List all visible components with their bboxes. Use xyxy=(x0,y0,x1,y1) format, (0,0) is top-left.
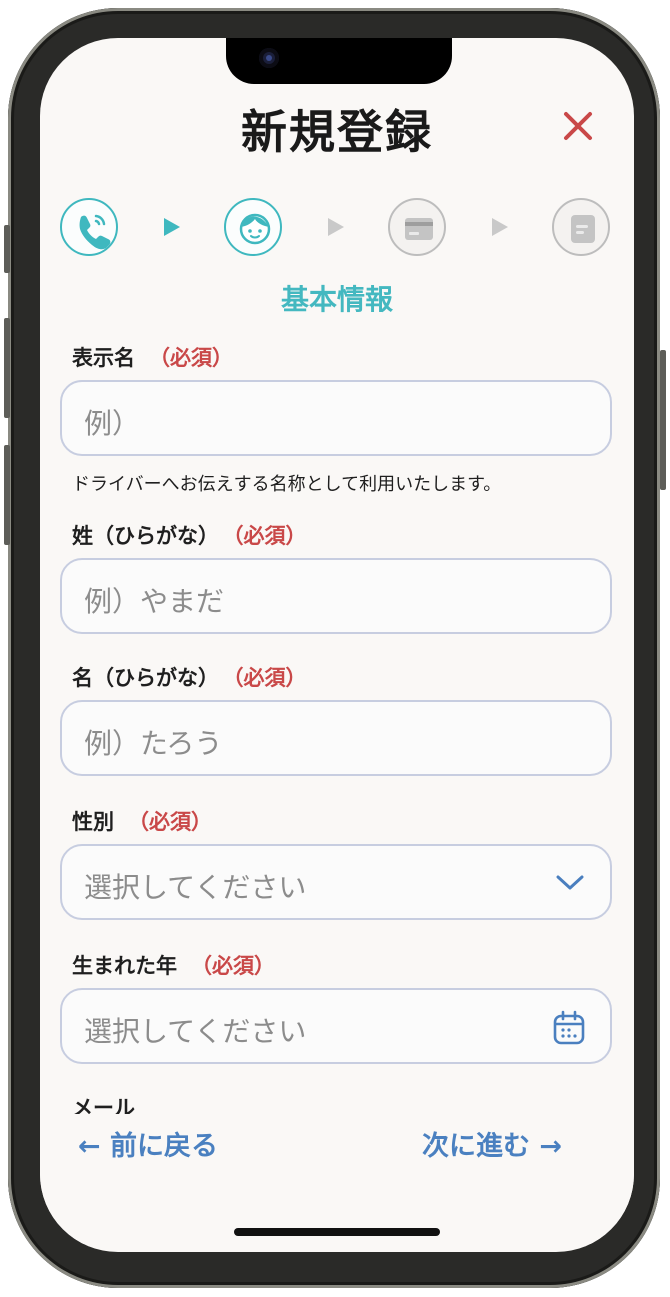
close-icon xyxy=(564,112,592,140)
section-title: 基本情報 xyxy=(280,283,393,316)
required-badge: （必須） xyxy=(128,810,212,834)
gender-placeholder: 選択してください xyxy=(84,871,307,904)
display-name-label: 表示名 （必須） xyxy=(72,342,233,372)
step-arrow xyxy=(492,218,508,236)
step-document xyxy=(552,198,610,256)
birth-year-placeholder: 選択してください xyxy=(84,1015,307,1048)
card-icon xyxy=(405,218,433,240)
power-button xyxy=(660,350,666,490)
display-name-label-text: 表示名 xyxy=(72,346,135,370)
display-name-hint: ドライバーへお伝えする名称として利用いたします。 xyxy=(72,474,502,495)
bottom-navigation: ← 前に戻る 次に進む → xyxy=(40,1114,634,1244)
volume-up-button xyxy=(4,318,10,418)
step-arrow xyxy=(164,218,180,236)
step-phone xyxy=(60,198,118,256)
home-indicator xyxy=(234,1228,440,1236)
last-name-kana-input[interactable]: 例）やまだ xyxy=(60,558,612,634)
birth-year-label: 生まれた年 （必須） xyxy=(72,950,275,980)
birth-year-label-text: 生まれた年 xyxy=(72,954,177,978)
action-button xyxy=(4,225,10,273)
first-name-kana-label-text: 名（ひらがな） xyxy=(72,666,219,690)
first-name-kana-input[interactable]: 例）たろう xyxy=(60,700,612,776)
last-name-kana-label-text: 姓（ひらがな） xyxy=(72,524,219,548)
next-button[interactable]: 次に進む → xyxy=(422,1124,562,1163)
step-face xyxy=(224,198,282,256)
gender-select[interactable]: 選択してください xyxy=(60,844,612,920)
display-name-input[interactable]: 例） xyxy=(60,380,612,456)
required-badge: （必須） xyxy=(233,524,307,548)
step-card xyxy=(388,198,446,256)
page-title: 新規登録 xyxy=(241,105,433,159)
gender-label-text: 性別 xyxy=(72,810,114,834)
progress-steps xyxy=(40,198,634,260)
camera-lens xyxy=(266,55,272,61)
last-name-kana-placeholder: 例）やまだ xyxy=(84,585,225,618)
birth-year-select[interactable]: 選択してください xyxy=(60,988,612,1064)
gender-label: 性別 （必須） xyxy=(72,806,212,836)
last-name-kana-label: 姓（ひらがな） （必須） xyxy=(72,520,307,550)
first-name-kana-label: 名（ひらがな） （必須） xyxy=(72,662,307,692)
close-button[interactable] xyxy=(558,106,598,146)
document-icon xyxy=(571,215,595,243)
required-badge: （必須） xyxy=(191,954,275,978)
chevron-down-icon xyxy=(554,866,586,902)
required-badge: （必須） xyxy=(149,346,233,370)
volume-down-button xyxy=(4,445,10,545)
prev-button[interactable]: ← 前に戻る xyxy=(78,1124,218,1163)
app-screen: 新規登録 基本情報 表示名 （必須） 例） ドライバーへお伝えする名称として利用… xyxy=(40,38,634,1252)
phone-icon xyxy=(79,214,111,250)
step-arrow xyxy=(328,218,344,236)
required-badge: （必須） xyxy=(233,666,307,690)
display-name-placeholder: 例） xyxy=(84,407,141,440)
first-name-kana-placeholder: 例）たろう xyxy=(84,727,223,760)
face-icon xyxy=(239,213,271,245)
calendar-icon[interactable] xyxy=(552,1010,586,1050)
